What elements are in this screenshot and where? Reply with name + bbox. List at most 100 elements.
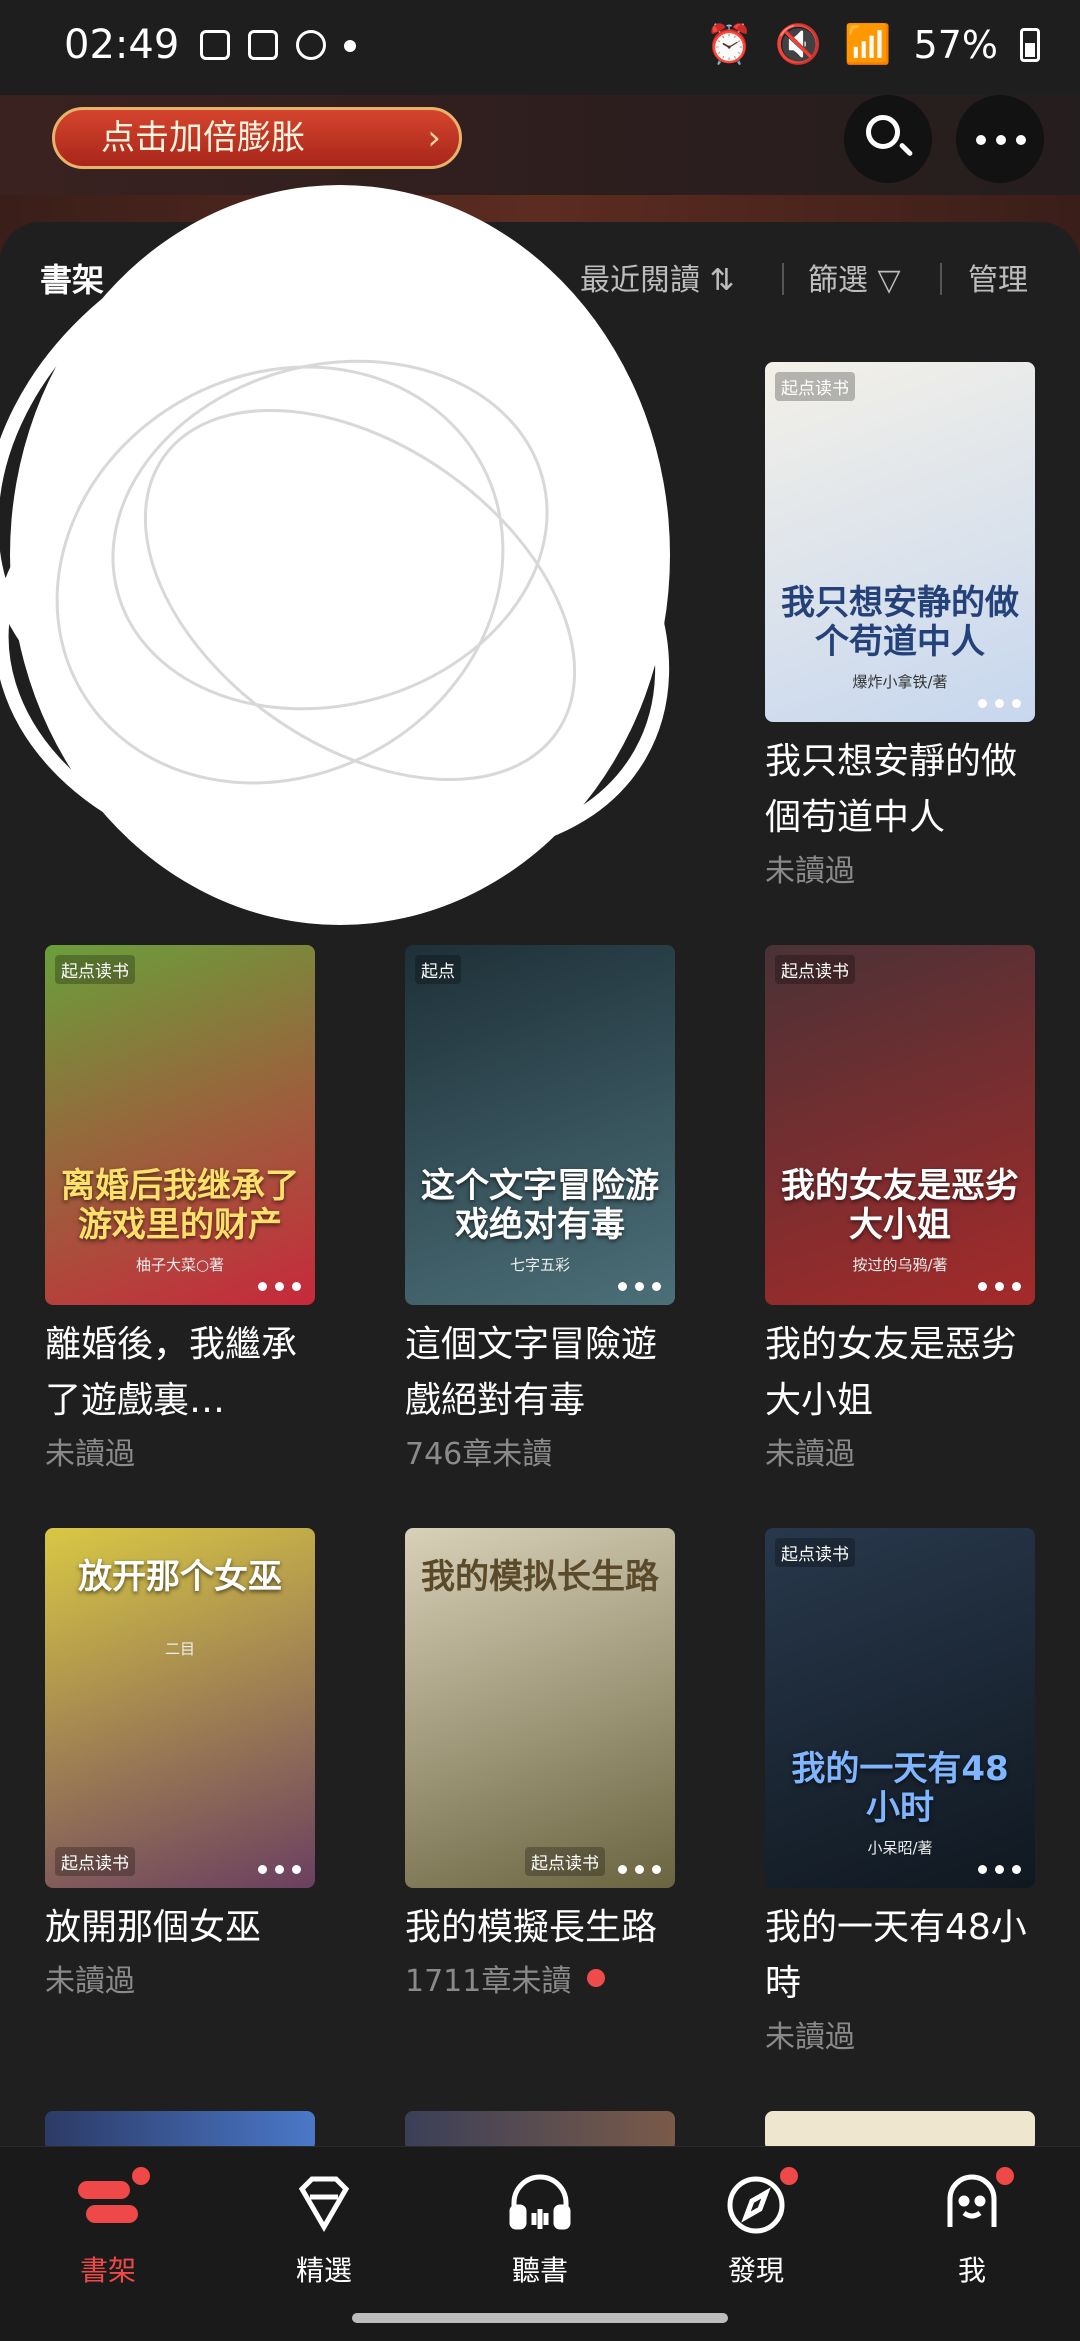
nav-label: 精選: [295, 2254, 352, 2287]
book-title: 離婚後，我繼承了遊戲裏…: [45, 1324, 298, 1421]
book-card[interactable]: 起点读书 我只想安静的做个苟道中人 爆炸小拿铁/著 我只想安靜的做個苟道中人 未…: [765, 362, 1035, 890]
book-cover[interactable]: [45, 2111, 315, 2151]
alarm-icon: ⏰: [705, 22, 753, 66]
read-status: 未讀過: [765, 2020, 855, 2055]
book-title: 放開那個女巫: [45, 1907, 262, 1948]
more-options-button[interactable]: [956, 95, 1044, 183]
book-more-icon[interactable]: [978, 1282, 1021, 1291]
book-cover[interactable]: 起点读书 我的一天有48小时 小呆昭/著: [765, 1528, 1035, 1888]
headphones-icon: [504, 2167, 576, 2239]
cover-author: 柚子大菜○著: [135, 1256, 225, 1274]
book-more-icon[interactable]: [978, 699, 1021, 708]
bottom-navigation: 書架 精選 聽書 發現 我: [0, 2146, 1080, 2341]
home-indicator[interactable]: [352, 2313, 728, 2323]
status-time: 02:49: [64, 22, 180, 68]
search-button[interactable]: [844, 95, 932, 183]
compass-icon: [720, 2167, 798, 2239]
cover-title: 我的一天有48小时: [791, 1748, 1009, 1828]
read-status: 未讀過: [45, 1437, 135, 1472]
profile-icon: [936, 2167, 1014, 2239]
book-cover[interactable]: [765, 2111, 1035, 2151]
book-card[interactable]: 起点读书 我的一天有48小时 小呆昭/著 我的一天有48小時 未讀過: [765, 1528, 1035, 2056]
wifi-icon: 📶: [844, 22, 892, 66]
read-status: 未讀過: [45, 1964, 135, 1999]
mute-icon: 🔇: [774, 22, 823, 66]
divider: [940, 263, 942, 295]
read-status: 未讀過: [765, 1437, 855, 1472]
book-more-icon[interactable]: [258, 1282, 301, 1291]
book-more-icon[interactable]: [618, 1865, 661, 1874]
brand-label: 起点读书: [55, 1847, 135, 1876]
book-title: 這個文字冒險遊戲絕對有毒: [405, 1324, 658, 1421]
nav-label: 聽書: [511, 2254, 568, 2287]
cover-title: 我的女友是恶劣大小姐: [781, 1165, 1019, 1245]
read-status: 1711章未讀: [405, 1956, 675, 2000]
brand-label: 起点读书: [775, 1538, 855, 1567]
book-title: 我的女友是惡劣大小姐: [765, 1324, 1018, 1421]
book-more-icon[interactable]: [978, 1865, 1021, 1874]
cover-title: 我的模拟长生路: [421, 1557, 659, 1597]
nav-featured[interactable]: 精選: [244, 2167, 404, 2289]
nav-badge: [132, 2167, 150, 2185]
manage-button[interactable]: 管理: [968, 255, 1028, 299]
cover-author: 二目: [164, 1640, 195, 1658]
cover-title: 离婚后我继承了游戏里的财产: [61, 1165, 299, 1245]
nav-badge: [996, 2167, 1014, 2185]
nav-discover[interactable]: 發現: [676, 2167, 836, 2289]
unread-dot: [587, 1969, 606, 1987]
nav-audiobooks[interactable]: 聽書: [460, 2167, 620, 2289]
brand-label: 起点: [415, 955, 461, 984]
more-notifications-icon: [344, 40, 356, 52]
book-cover[interactable]: [405, 2111, 675, 2151]
more-icon: [976, 135, 1026, 145]
cover-author: 爆炸小拿铁/著: [852, 673, 948, 691]
nav-label: 我: [957, 2254, 986, 2287]
scribble-overlay: [0, 185, 670, 925]
book-cover[interactable]: 起点 这个文字冒险游戏绝对有毒 七字五彩: [405, 945, 675, 1305]
book-cover[interactable]: 起点读书 我只想安静的做个苟道中人 爆炸小拿铁/著: [765, 362, 1035, 722]
cover-author: 按过的乌鸦/著: [852, 1256, 948, 1274]
battery-percentage: 57%: [913, 22, 998, 67]
book-cover[interactable]: 起点读书 我的女友是恶劣大小姐 按过的乌鸦/著: [765, 945, 1035, 1305]
battery-icon: [1020, 27, 1040, 62]
book-cover[interactable]: 起点读书 离婚后我继承了游戏里的财产 柚子大菜○著: [45, 945, 315, 1305]
cover-title: 放开那个女巫: [78, 1557, 282, 1597]
book-more-icon[interactable]: [258, 1865, 301, 1874]
nav-label: 發現: [727, 2254, 784, 2287]
status-bar: 02:49 ⏰ 🔇 📶 57%: [0, 0, 1080, 95]
book-card[interactable]: 起点读书 离婚后我继承了游戏里的财产 柚子大菜○著 離婚後，我繼承了遊戲裏… 未…: [45, 945, 315, 1473]
nav-label: 書架: [79, 2254, 136, 2287]
book-card[interactable]: 起点读书 我的模拟长生路 我的模擬長生路 1711章未讀: [405, 1528, 675, 2000]
book-title: 我的模擬長生路: [405, 1907, 658, 1948]
book-cover[interactable]: 起点读书 我的模拟长生路: [405, 1528, 675, 1888]
read-status: 746章未讀: [405, 1437, 553, 1472]
cover-author: 七字五彩: [509, 1256, 570, 1274]
book-title: 我的一天有48小時: [765, 1907, 1027, 2004]
nav-bookshelf[interactable]: 書架: [28, 2167, 188, 2289]
brand-label: 起点读书: [775, 372, 855, 401]
notification-icons: [200, 30, 356, 60]
book-card-partial[interactable]: [765, 2111, 1035, 2151]
nav-badge: [780, 2167, 798, 2185]
book-card-partial[interactable]: [45, 2111, 315, 2151]
book-card[interactable]: 起点 这个文字冒险游戏绝对有毒 七字五彩 這個文字冒險遊戲絕對有毒 746章未讀: [405, 945, 675, 1473]
check-notification-icon: [248, 30, 278, 60]
feather-notification-icon: [296, 30, 326, 60]
read-status: 未讀過: [765, 854, 855, 889]
book-more-icon[interactable]: [618, 1282, 661, 1291]
book-title: 我只想安靜的做個苟道中人: [765, 741, 1018, 838]
nav-profile[interactable]: 我: [892, 2167, 1052, 2289]
filter-button[interactable]: 篩選 ▽: [808, 255, 901, 299]
bookshelf-icon: [72, 2167, 150, 2239]
book-card-partial[interactable]: [405, 2111, 675, 2151]
book-card[interactable]: 起点读书 放开那个女巫 二目 放開那個女巫 未讀過: [45, 1528, 315, 2000]
cover-author: 小呆昭/著: [867, 1839, 933, 1857]
book-card[interactable]: 起点读书 我的女友是恶劣大小姐 按过的乌鸦/著 我的女友是惡劣大小姐 未讀過: [765, 945, 1035, 1473]
brand-label: 起点读书: [775, 955, 855, 984]
cover-title: 我只想安静的做个苟道中人: [781, 582, 1019, 662]
brand-label: 起点读书: [525, 1847, 605, 1876]
cover-title: 这个文字冒险游戏绝对有毒: [421, 1165, 659, 1245]
image-notification-icon: [200, 30, 230, 60]
divider: [782, 263, 784, 295]
book-cover[interactable]: 起点读书 放开那个女巫 二目: [45, 1528, 315, 1888]
